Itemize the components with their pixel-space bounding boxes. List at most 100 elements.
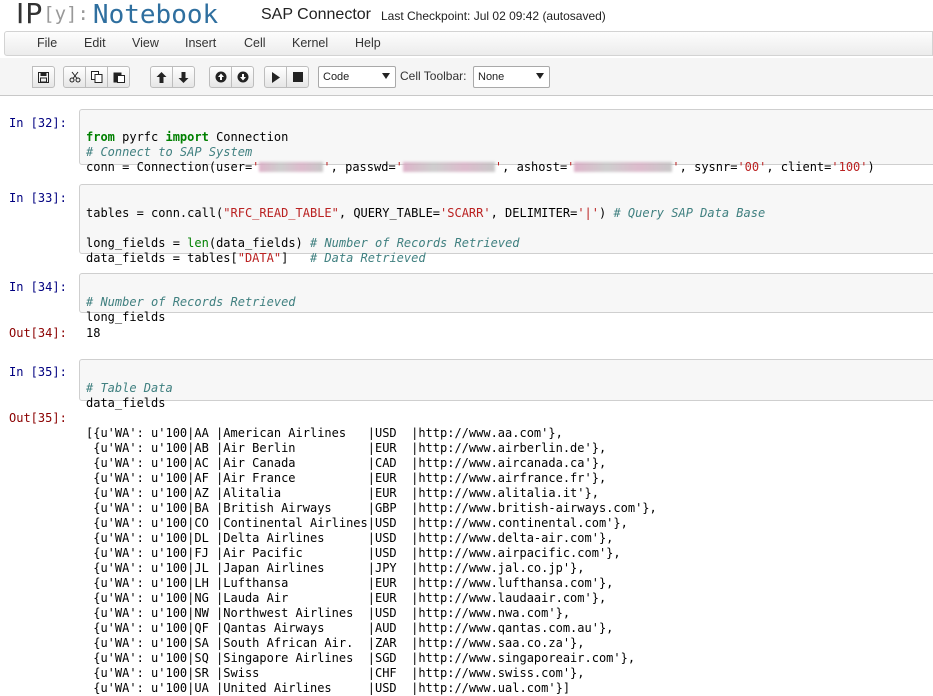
output-row: {u'WA': u'100|CO |Continental Airlines|U… xyxy=(86,516,628,530)
paste-button[interactable] xyxy=(107,66,130,88)
cell-type-select[interactable]: Code xyxy=(318,66,396,88)
output-row: {u'WA': u'100|AB |Air Berlin |EUR |http:… xyxy=(86,441,607,455)
output-row: {u'WA': u'100|AZ |Alitalia |EUR |http://… xyxy=(86,486,599,500)
insert-above-icon xyxy=(215,71,226,83)
ipython-logo[interactable]: IP[y]: Notebook xyxy=(16,0,218,31)
move-down-button[interactable] xyxy=(172,66,195,88)
code-string: '|' xyxy=(577,206,599,220)
code-string: ' xyxy=(567,160,575,174)
output-row: [{u'WA': u'100|AA |American Airlines |US… xyxy=(86,426,563,440)
code-token: long_fields xyxy=(86,310,166,324)
logo-notebook-text: Notebook xyxy=(92,0,219,30)
move-up-icon xyxy=(156,71,167,83)
menu-insert[interactable]: Insert xyxy=(185,36,216,50)
code-token: ) xyxy=(867,160,875,174)
paste-icon xyxy=(113,72,125,83)
stop-button[interactable] xyxy=(286,66,309,88)
menu-file[interactable]: File xyxy=(37,36,57,50)
code-token: data_fields xyxy=(86,396,166,410)
chevron-down-icon xyxy=(382,73,390,79)
code-token: , sysnr= xyxy=(679,160,738,174)
logo-y-text: [y]: xyxy=(43,3,89,25)
move-up-button[interactable] xyxy=(150,66,173,88)
code-token: data_fields = tables[ xyxy=(86,251,238,265)
cell-output: 18 xyxy=(86,326,101,340)
code-token: long_fields = xyxy=(86,236,188,250)
run-icon xyxy=(271,71,280,83)
input-prompt: In [33]: xyxy=(9,191,67,205)
menu-help[interactable]: Help xyxy=(355,36,381,50)
stop-icon xyxy=(292,72,303,82)
output-row: {u'WA': u'100|DL |Delta Airlines |USD |h… xyxy=(86,531,614,545)
code-string: ' xyxy=(252,160,260,174)
output-row: {u'WA': u'100|SQ |Singapore Airlines |SG… xyxy=(86,651,636,665)
code-token: , passwd= xyxy=(330,160,396,174)
cell-toolbar-select[interactable]: None xyxy=(473,66,550,88)
save-button[interactable] xyxy=(32,66,55,88)
code-string: "DATA" xyxy=(237,251,282,265)
input-prompt: In [32]: xyxy=(9,116,67,130)
checkpoint-status: Last Checkpoint: Jul 02 09:42 (autosaved… xyxy=(381,9,606,23)
redacted-user xyxy=(259,162,324,172)
code-cell-text: from pyrfc import Connection # Connect to… xyxy=(86,115,875,175)
input-prompt: In [34]: xyxy=(9,280,67,294)
menu-kernel[interactable]: Kernel xyxy=(292,36,328,50)
code-token: from xyxy=(86,130,115,144)
code-comment: # Query SAP Data Base xyxy=(613,206,766,220)
redacted-host xyxy=(574,162,673,172)
run-button[interactable] xyxy=(264,66,287,88)
insert-above-button[interactable] xyxy=(209,66,232,88)
code-cell-input[interactable] xyxy=(79,359,933,401)
code-token: Connection xyxy=(208,130,289,144)
output-row: {u'WA': u'100|UA |United Airlines |USD |… xyxy=(86,681,571,695)
insert-below-icon xyxy=(237,71,248,83)
notebook-name[interactable]: SAP Connector xyxy=(261,6,371,24)
output-row: {u'WA': u'100|NG |Lauda Air |EUR |http:/… xyxy=(86,591,607,605)
cell-type-value: Code xyxy=(323,71,350,83)
code-comment: # Table Data xyxy=(86,381,173,395)
cut-button[interactable] xyxy=(63,66,86,88)
code-comment: # Number of Records Retrieved xyxy=(310,236,520,250)
code-token: import xyxy=(165,130,209,144)
output-row: {u'WA': u'100|QF |Qantas Airways |AUD |h… xyxy=(86,621,614,635)
insert-below-button[interactable] xyxy=(231,66,254,88)
code-token: , ashost= xyxy=(502,160,568,174)
logo-ip-text: IP xyxy=(16,0,44,30)
code-comment: # Number of Records Retrieved xyxy=(86,295,296,309)
menu-view[interactable]: View xyxy=(132,36,159,50)
output-prompt: Out[34]: xyxy=(9,326,67,340)
copy-icon xyxy=(90,71,102,83)
code-string: '100' xyxy=(831,160,868,174)
redacted-password xyxy=(402,162,495,172)
notebook-container: In [32]: from pyrfc import Connection # C… xyxy=(0,97,933,695)
code-token: ) xyxy=(599,206,614,220)
code-token: , QUERY_TABLE= xyxy=(338,206,441,220)
output-row: {u'WA': u'100|BA |British Airways |GBP |… xyxy=(86,501,657,515)
code-comment: # Connect to SAP System xyxy=(86,145,253,159)
output-row: {u'WA': u'100|NW |Northwest Airlines |US… xyxy=(86,606,571,620)
output-row: {u'WA': u'100|FJ |Air Pacific |USD |http… xyxy=(86,546,621,560)
cell-toolbar-value: None xyxy=(478,71,505,83)
code-token: (data_fields) xyxy=(208,236,310,250)
output-row: {u'WA': u'100|SA |South African Air. |ZA… xyxy=(86,636,585,650)
code-cell-text: # Table Data data_fields xyxy=(86,366,173,411)
code-string: ' xyxy=(323,160,331,174)
output-row: {u'WA': u'100|SR |Swiss |CHF |http://www… xyxy=(86,666,585,680)
code-builtin: len xyxy=(187,236,209,250)
code-string: '00' xyxy=(737,160,767,174)
code-token: tables = conn.call( xyxy=(86,206,224,220)
cell-toolbar-label: Cell Toolbar: xyxy=(400,69,467,83)
menu-cell[interactable]: Cell xyxy=(244,36,266,50)
code-token: ] xyxy=(281,251,310,265)
code-token: conn = Connection(user= xyxy=(86,160,253,174)
output-row: {u'WA': u'100|LH |Lufthansa |EUR |http:/… xyxy=(86,576,614,590)
toolbar: Code Cell Toolbar: None xyxy=(0,58,933,96)
menu-edit[interactable]: Edit xyxy=(84,36,106,50)
copy-button[interactable] xyxy=(85,66,108,88)
output-prompt: Out[35]: xyxy=(9,411,67,425)
code-string: "RFC_READ_TABLE" xyxy=(223,206,339,220)
code-string: 'SCARR' xyxy=(440,206,491,220)
input-prompt: In [35]: xyxy=(9,365,67,379)
code-token: , DELIMITER= xyxy=(490,206,578,220)
code-string: ' xyxy=(395,160,403,174)
